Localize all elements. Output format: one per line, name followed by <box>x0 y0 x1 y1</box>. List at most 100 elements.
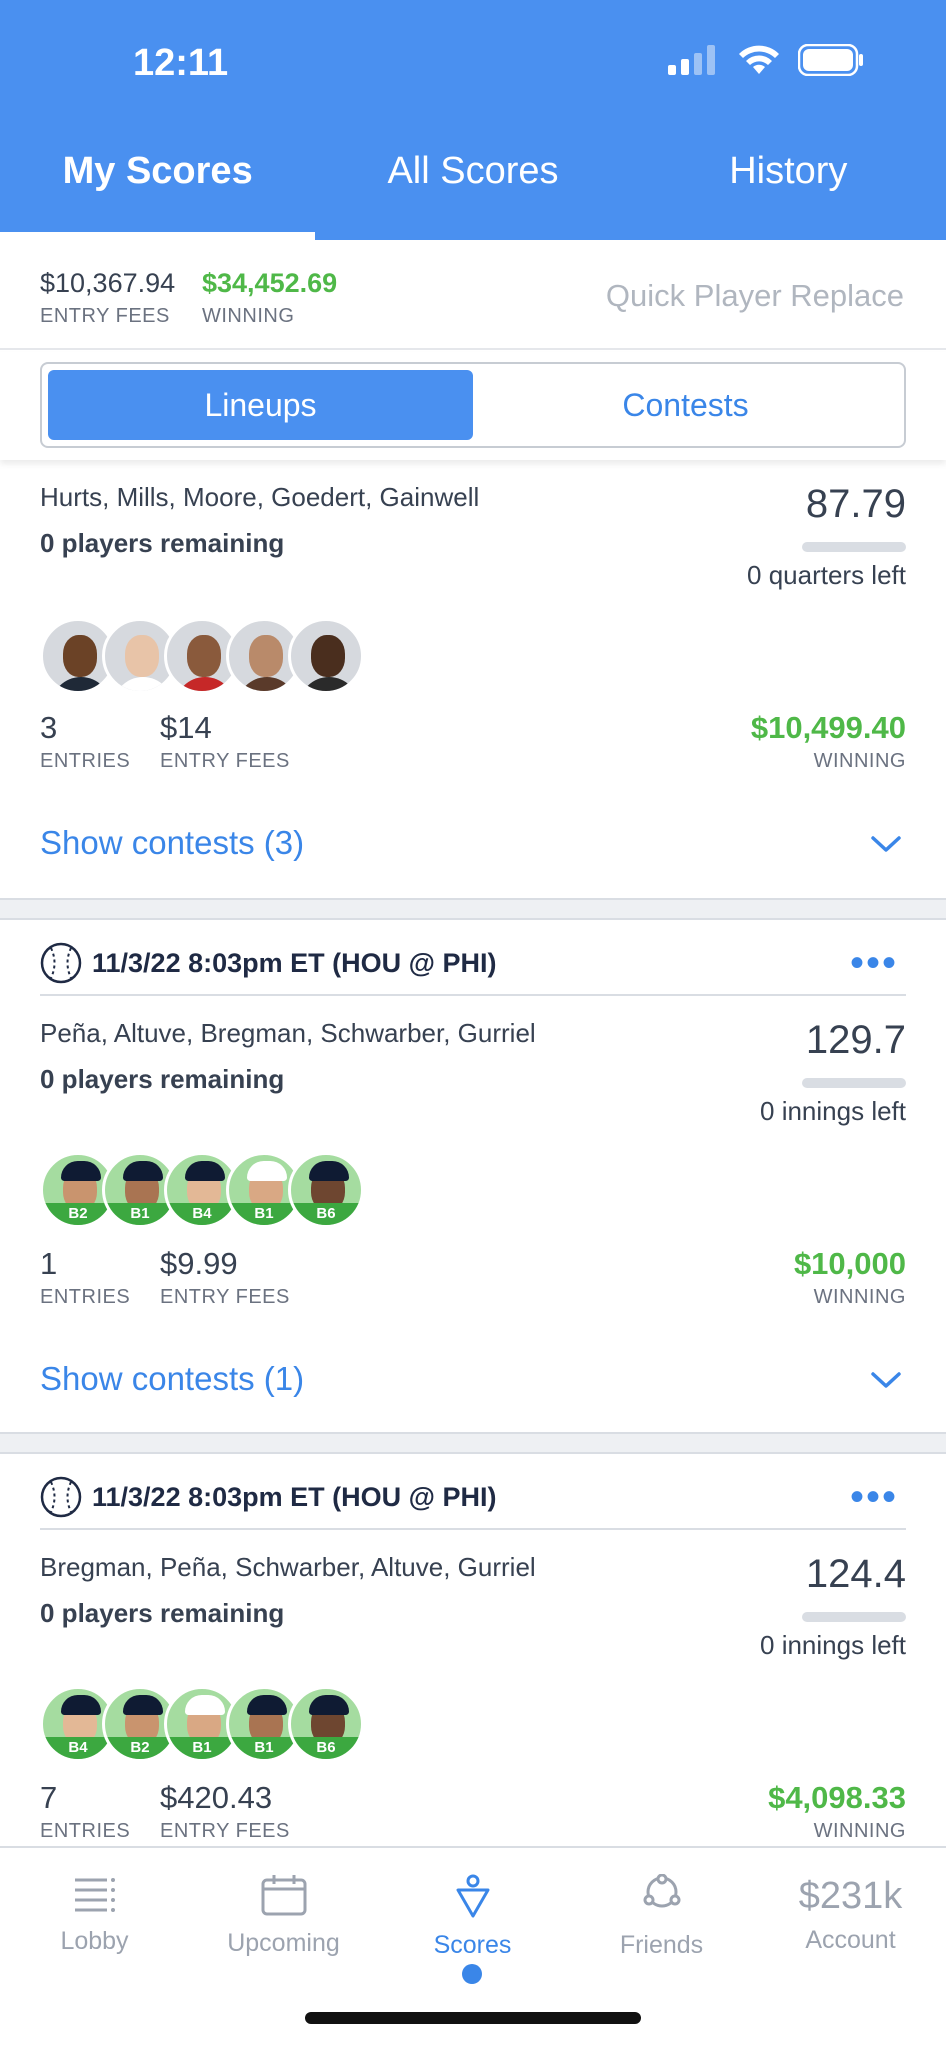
lineups-contests-toggle: Lineups Contests <box>40 362 906 448</box>
more-options-icon[interactable]: ••• <box>850 1477 898 1517</box>
home-indicator <box>305 2012 641 2024</box>
player-avatar[interactable]: B6 <box>288 1152 364 1228</box>
tab-all-scores[interactable]: All Scores <box>315 150 630 240</box>
lineup-score: 87.79 <box>805 482 906 526</box>
status-icons <box>668 44 864 76</box>
entries-stat: 1 ENTRIES <box>40 1246 130 1309</box>
chevron-down-icon[interactable] <box>870 834 902 854</box>
wifi-icon <box>739 45 779 74</box>
battery-icon <box>798 44 863 76</box>
entries-stat: 3 ENTRIES <box>40 710 130 773</box>
fees-value: $420.43 <box>160 1780 273 1815</box>
players-remaining: 0 players remaining <box>40 528 285 558</box>
total-winning-value: $34,452.69 <box>202 268 338 298</box>
segment-contests[interactable]: Contests <box>473 370 898 440</box>
nav-upcoming[interactable]: Upcoming <box>189 1874 378 1958</box>
player-avatar[interactable] <box>288 618 364 694</box>
winning-stat: $4,098.33 WINNING <box>768 1780 906 1843</box>
player-avatars <box>40 618 364 694</box>
lineup-card[interactable]: 11/3/22 8:03pm ET (HOU @ PHI) ••• Bregma… <box>0 1454 946 1846</box>
winning-label: WINNING <box>813 1286 906 1308</box>
game-header: 11/3/22 8:03pm ET (HOU @ PHI) ••• <box>40 940 906 996</box>
player-avatars: B2 B1 B4 B1 B6 <box>40 1152 364 1228</box>
nav-friends-label: Friends <box>619 1931 704 1959</box>
nav-lobby-label: Lobby <box>60 1927 129 1955</box>
nav-scores-label: Scores <box>433 1931 512 1959</box>
total-winning: $34,452.69 WINNING <box>202 268 337 328</box>
lineup-card[interactable]: 11/3/22 8:03pm ET (HOU @ PHI) ••• Peña, … <box>0 920 946 1432</box>
total-winning-label: WINNING <box>202 305 295 327</box>
fees-label: ENTRY FEES <box>160 1820 290 1842</box>
player-avatar[interactable]: B6 <box>288 1686 364 1762</box>
baseball-icon <box>40 1476 82 1518</box>
lineup-score: 124.4 <box>805 1552 906 1596</box>
lineup-players: Hurts, Mills, Moore, Goedert, Gainwell <box>40 482 480 512</box>
quick-player-replace-button[interactable]: Quick Player Replace <box>606 278 904 314</box>
nav-lobby[interactable]: Lobby <box>0 1874 189 1956</box>
entries-value: 3 <box>40 710 58 745</box>
baseball-icon <box>40 942 82 984</box>
lineup-players: Peña, Altuve, Bregman, Schwarber, Gurrie… <box>40 1018 536 1048</box>
tab-my-scores[interactable]: My Scores <box>0 150 316 240</box>
segment-lineups[interactable]: Lineups <box>48 370 473 440</box>
entries-label: ENTRIES <box>40 1820 131 1842</box>
friends-icon <box>643 1873 680 1908</box>
total-entry-fees-value: $10,367.94 <box>40 268 176 298</box>
tab-history[interactable]: History <box>631 150 946 240</box>
calendar-icon <box>261 1875 306 1916</box>
nav-account[interactable]: $231k Account <box>756 1874 945 1955</box>
winning-label: WINNING <box>813 1820 906 1842</box>
progress-bar <box>802 1078 906 1088</box>
nav-upcoming-label: Upcoming <box>227 1929 340 1957</box>
entries-label: ENTRIES <box>40 750 131 772</box>
winning-label: WINNING <box>813 750 906 772</box>
fees-label: ENTRY FEES <box>160 1286 290 1308</box>
total-entry-fees-label: ENTRY FEES <box>40 305 170 327</box>
fees-value: $9.99 <box>160 1246 238 1281</box>
entries-value: 1 <box>40 1246 58 1281</box>
card-divider <box>0 898 946 920</box>
chevron-down-icon[interactable] <box>870 1370 902 1390</box>
winning-value: $4,098.33 <box>768 1780 906 1815</box>
signal-icon <box>668 45 715 75</box>
show-contests-link[interactable]: Show contests (1) <box>40 1360 304 1398</box>
more-options-icon[interactable]: ••• <box>850 943 898 983</box>
total-entry-fees: $10,367.94 ENTRY FEES <box>40 268 175 328</box>
account-balance: $231k <box>798 1875 903 1917</box>
time-left: 0 innings left <box>760 1630 906 1660</box>
show-contests-link[interactable]: Show contests (3) <box>40 824 304 862</box>
lineup-players: Bregman, Peña, Schwarber, Altuve, Gurrie… <box>40 1552 536 1582</box>
status-time: 12:11 <box>133 42 229 84</box>
active-indicator <box>462 1964 482 1984</box>
game-header: 11/3/22 8:03pm ET (HOU @ PHI) ••• <box>40 1474 906 1530</box>
list-icon <box>74 1878 115 1912</box>
players-remaining: 0 players remaining <box>40 1598 285 1628</box>
progress-bar <box>802 1612 906 1622</box>
entries-stat: 7 ENTRIES <box>40 1780 130 1843</box>
progress-bar <box>802 542 906 552</box>
winning-value: $10,000 <box>793 1246 906 1281</box>
fees-label: ENTRY FEES <box>160 750 290 772</box>
fees-value: $14 <box>160 710 212 745</box>
scores-icon <box>456 1874 489 1918</box>
nav-account-label: Account <box>805 1926 896 1954</box>
winning-value: $10,499.40 <box>750 710 906 745</box>
winning-stat: $10,499.40 WINNING <box>751 710 906 773</box>
nav-scores[interactable]: Scores <box>378 1874 567 1960</box>
segment-container: Lineups Contests <box>0 352 946 460</box>
card-divider <box>0 1432 946 1454</box>
game-title: 11/3/22 8:03pm ET (HOU @ PHI) <box>92 947 497 978</box>
fees-stat: $420.43 ENTRY FEES <box>160 1780 290 1843</box>
players-remaining: 0 players remaining <box>40 1064 285 1094</box>
score-tabs: My Scores All Scores History <box>0 150 946 240</box>
winning-stat: $10,000 WINNING <box>794 1246 906 1309</box>
nav-friends[interactable]: Friends <box>567 1873 756 1960</box>
time-left: 0 quarters left <box>747 560 906 590</box>
summary-bar: $10,367.94 ENTRY FEES $34,452.69 WINNING… <box>0 240 946 350</box>
time-left: 0 innings left <box>760 1096 906 1126</box>
entries-label: ENTRIES <box>40 1286 131 1308</box>
fees-stat: $14 ENTRY FEES <box>160 710 290 773</box>
lineup-score: 129.7 <box>805 1018 906 1062</box>
lineup-card[interactable]: Hurts, Mills, Moore, Goedert, Gainwell 0… <box>0 460 946 898</box>
game-title: 11/3/22 8:03pm ET (HOU @ PHI) <box>92 1481 497 1512</box>
